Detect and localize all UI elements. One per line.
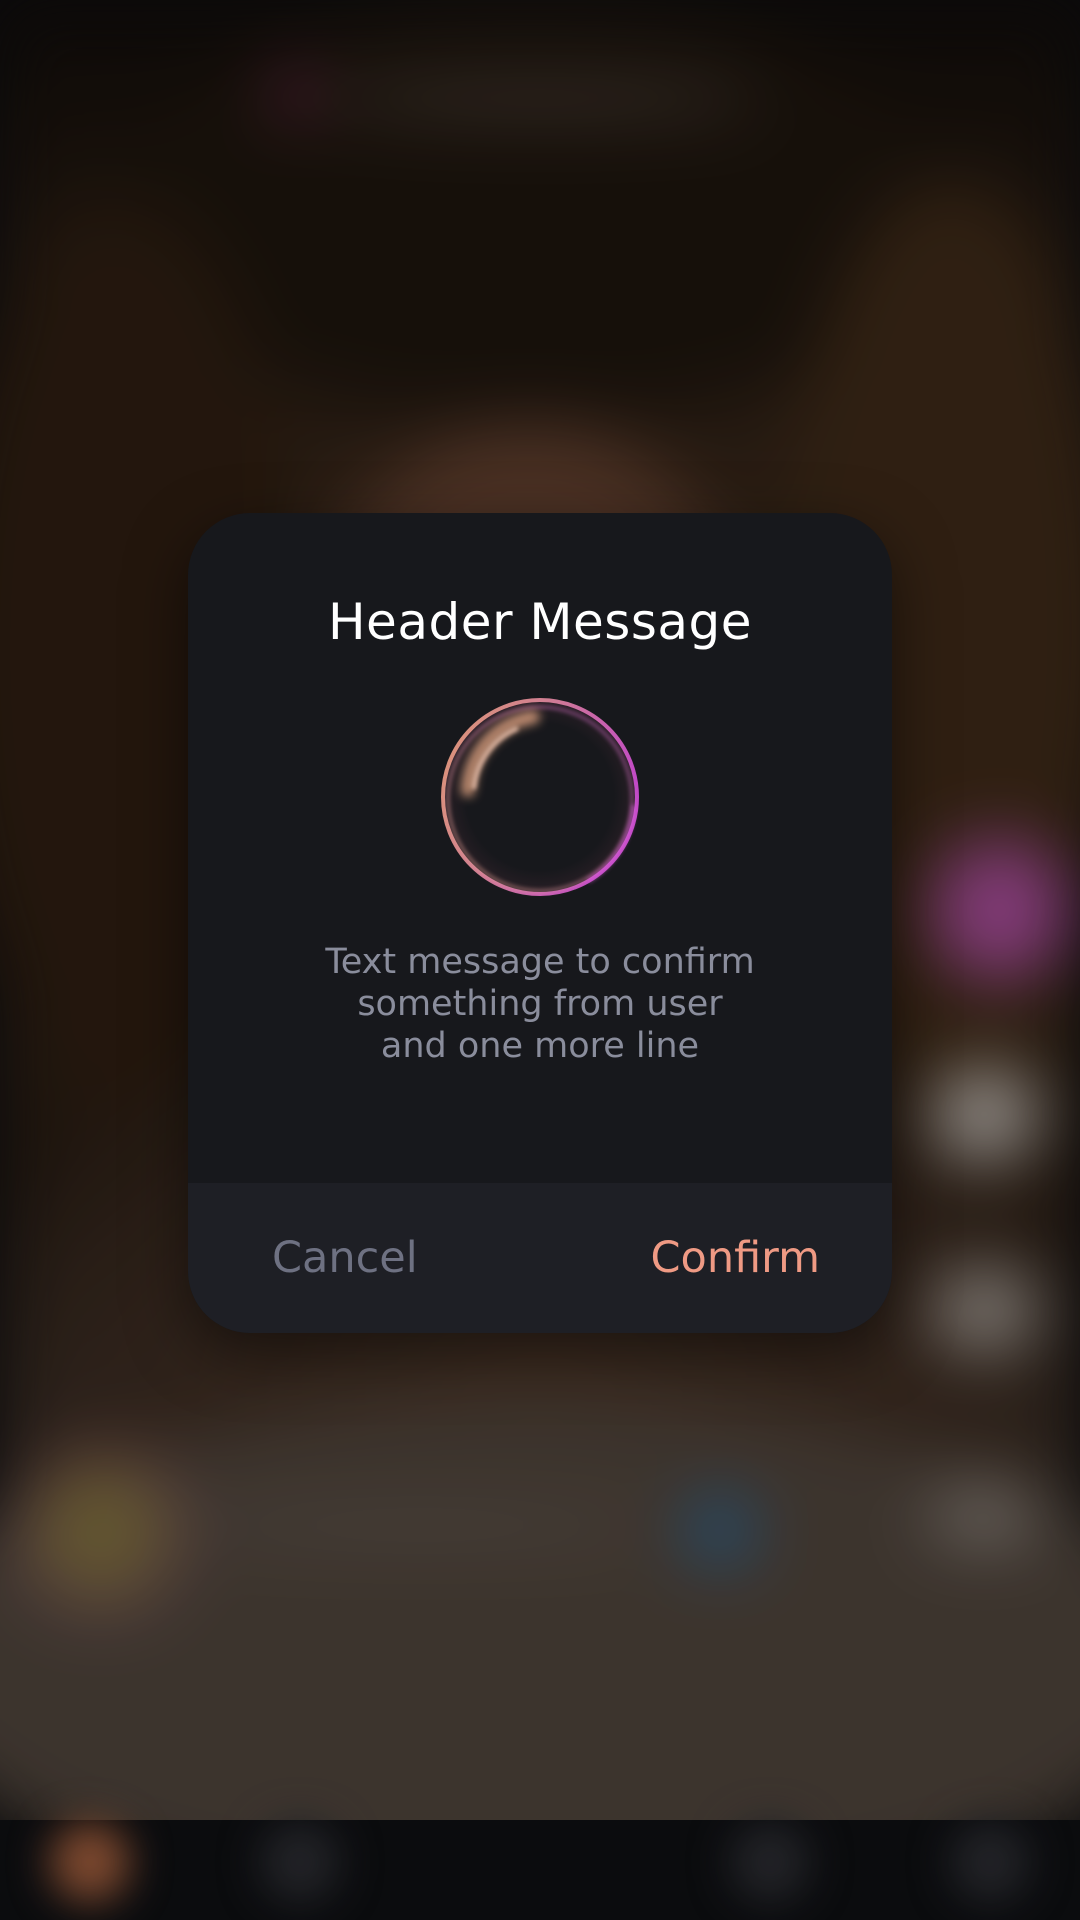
confirm-dialog: Header Message Text message to confirm s… (188, 513, 892, 1333)
dialog-actions: Cancel Confirm (188, 1183, 892, 1333)
cancel-button[interactable]: Cancel (272, 1233, 418, 1283)
loader-ring-icon (438, 695, 642, 899)
dialog-message: Text message to confirm something from u… (325, 942, 755, 1066)
loader-ring-graphic (441, 698, 639, 896)
confirm-button[interactable]: Confirm (651, 1233, 820, 1283)
dialog-title: Header Message (327, 593, 753, 651)
app-screen: Header Message Text message to confirm s… (0, 0, 1080, 1920)
